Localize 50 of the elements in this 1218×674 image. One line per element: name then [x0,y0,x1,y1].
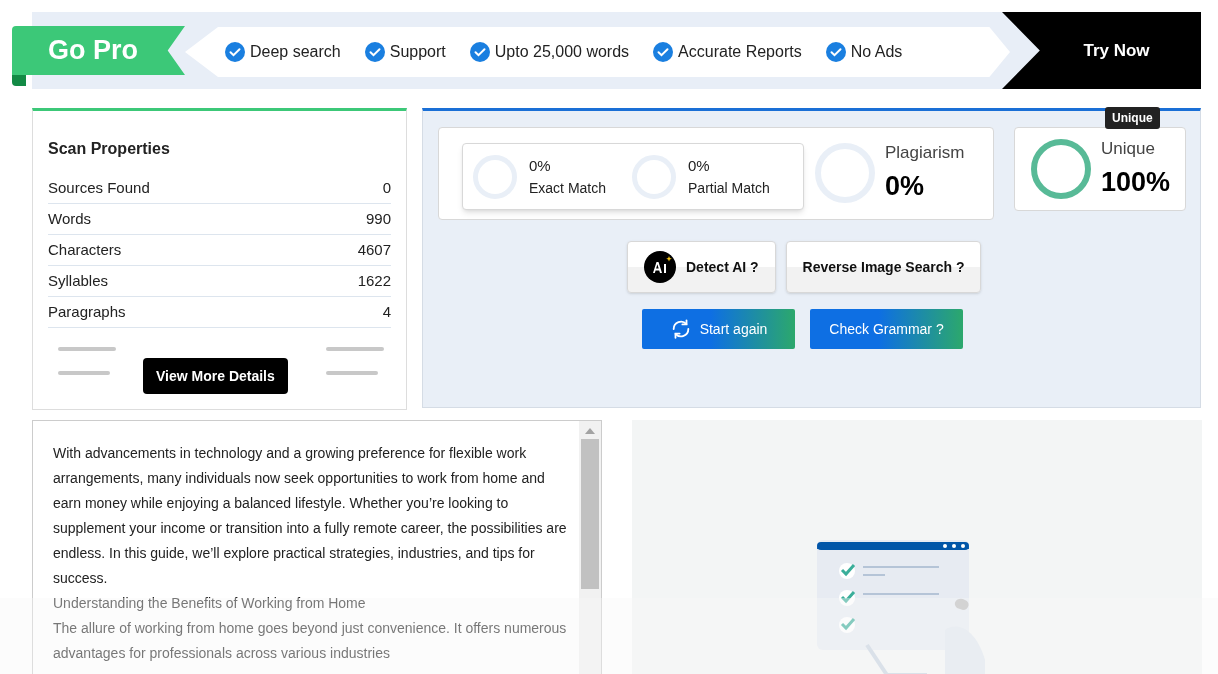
match-value: 0% [529,155,552,176]
check-icon [225,42,245,62]
check-icon [364,42,385,62]
view-more-details-button[interactable]: View More Details [143,358,288,394]
property-label: Sources Found [48,177,150,198]
text-paragraph: The allure of working from home goes beyond just convenience. It offers numerous advantages for professionals across various industries [53,619,568,663]
property-value: 990 [365,208,391,229]
placeholder-bar [58,347,116,351]
plagiarism-label: Plagiarism [885,142,965,164]
property-label: Syllables [48,270,109,291]
property-label: Words [48,208,92,229]
feature-label: Support [389,42,446,62]
tooltip: Unique [1105,107,1160,129]
try-now-button[interactable]: Try Now [1002,12,1201,89]
feature-label: No Ads [850,42,903,62]
reverse-image-search-button[interactable]: Reverse Image Search ? [785,241,982,293]
property-value: 0 [382,177,391,198]
ring-icon [1031,139,1091,199]
property-value: 1622 [357,270,391,291]
property-value: 4 [382,301,391,322]
placeholder-bar [326,347,384,351]
check-icon [825,42,846,62]
property-label: Paragraphs [48,301,126,322]
check-icon [469,42,490,62]
ai-icon [644,251,676,283]
plagiarism-value: 0% [885,169,926,203]
text-paragraph: With advancements in technology and a growing preference for flexible work arrangements, many individuals now seek opportunities to work from home and earn money while enjoying a balanced lifestyle. Whether you’re looking to supplement your income or transition into a fully remote career, the possibilities are endless. In this guide, we’ll explore practical strategies, industries, and tips for success. [53,444,568,588]
go-pro-label: Go Pro [48,34,138,68]
property-label: Characters [48,239,122,260]
match-label: Partial Match [688,178,770,198]
scroll-up-icon [584,427,596,435]
unique-label: Unique [1101,138,1156,160]
feature-label: Upto 25,000 words [494,42,630,62]
property-value: 4607 [357,239,391,260]
feature-label: Deep search [250,42,341,62]
check-icon [653,42,674,62]
text-paragraph: Understanding the Benefits of Working from Home [53,594,367,613]
ribbon-fold [12,75,26,86]
card-title: Scan Properties [48,139,171,159]
placeholder-bar [326,371,378,375]
detect-ai-button[interactable]: Detect AI ? [627,241,776,293]
check-grammar-button[interactable]: Check Grammar ? [810,309,963,349]
match-label: Exact Match [529,178,607,198]
unique-value: 100% [1101,165,1171,199]
scroll-thumb[interactable] [581,439,599,589]
placeholder-bar [58,371,110,375]
feature-label: Accurate Reports [678,42,802,62]
match-value: 0% [688,155,711,176]
start-again-button[interactable]: Start again [642,309,795,349]
scrollbar[interactable] [579,421,601,674]
